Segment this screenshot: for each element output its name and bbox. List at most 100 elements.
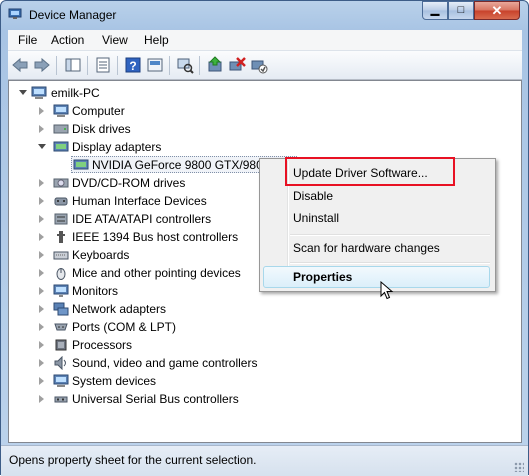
usb-icon <box>54 396 68 403</box>
uninstall-icon[interactable] <box>228 56 246 74</box>
toolbar-separator <box>199 56 200 75</box>
toolbar-separator <box>56 56 57 75</box>
menu-help[interactable]: Help <box>144 33 169 47</box>
collapse-icon[interactable] <box>38 144 46 149</box>
tree-item-disk-drives[interactable]: Disk drives <box>9 120 309 138</box>
tree-item-label: IDE ATA/ATAPI controllers <box>72 212 212 226</box>
tree-item-label: Disk drives <box>72 122 131 136</box>
expand-icon[interactable] <box>39 179 44 187</box>
expand-icon[interactable] <box>39 287 44 295</box>
computer-icon <box>53 104 69 117</box>
tree-item-label: Ports (COM & LPT) <box>72 320 177 334</box>
forward-icon[interactable] <box>33 56 51 74</box>
toolbar-separator <box>169 56 170 75</box>
expand-icon[interactable] <box>39 125 44 133</box>
menu-item-disable[interactable]: Disable <box>293 189 333 203</box>
tree-item-label: Processors <box>72 338 133 352</box>
dvd-drive-icon <box>53 178 69 188</box>
toolbar-separator <box>87 56 88 75</box>
menu-separator <box>290 262 490 264</box>
disk-drive-icon <box>53 124 69 134</box>
tree-item-sound[interactable]: Sound, video and game controllers <box>9 354 309 372</box>
hid-icon <box>54 197 68 206</box>
resize-grip[interactable] <box>514 462 524 472</box>
tree-root-label: emilk-PC <box>51 86 100 100</box>
device-manager-icon <box>8 8 22 19</box>
mouse-cursor-icon <box>380 281 394 300</box>
mouse-icon <box>56 268 66 280</box>
expand-icon[interactable] <box>39 107 44 115</box>
network-adapter-icon <box>53 302 69 316</box>
tree-item-label: Mice and other pointing devices <box>72 266 241 280</box>
svg-text:?: ? <box>129 59 136 73</box>
expand-icon[interactable] <box>39 305 44 313</box>
display-adapter-icon <box>53 141 69 152</box>
console-tree-icon[interactable] <box>64 56 82 74</box>
help-icon[interactable]: ? <box>124 56 142 74</box>
tree-item-label: Network adapters <box>72 302 167 316</box>
tree-item-label: Display adapters <box>72 140 162 154</box>
collapse-icon[interactable] <box>19 90 27 95</box>
keyboard-icon <box>53 251 69 260</box>
expand-icon[interactable] <box>39 197 44 205</box>
toolbar-separator <box>117 56 118 75</box>
system-device-icon <box>53 374 69 387</box>
expand-icon[interactable] <box>39 323 44 331</box>
expand-icon[interactable] <box>39 395 44 403</box>
maximize-button[interactable]: □ <box>448 1 474 20</box>
status-text: Opens property sheet for the current sel… <box>9 453 257 467</box>
tree-item-system-devices[interactable]: System devices <box>9 372 309 390</box>
minimize-icon: ▁ <box>430 4 440 16</box>
expand-icon[interactable] <box>39 215 44 223</box>
sound-icon <box>54 356 66 370</box>
expand-icon[interactable] <box>39 377 44 385</box>
close-button[interactable]: ✕ <box>474 1 520 20</box>
tree-item-usb[interactable]: Universal Serial Bus controllers <box>9 390 309 408</box>
close-icon: ✕ <box>491 3 503 18</box>
monitor-icon <box>53 284 69 297</box>
scan-hardware-icon[interactable] <box>176 56 194 74</box>
menu-item-scan-hardware[interactable]: Scan for hardware changes <box>293 241 440 255</box>
disable-icon[interactable] <box>250 56 268 74</box>
properties-icon[interactable] <box>94 56 112 74</box>
annotation-highlight-box <box>285 157 455 186</box>
tree-item-computer[interactable]: Computer <box>9 102 309 120</box>
menu-item-properties[interactable]: Properties <box>293 270 352 284</box>
tree-item-label: Universal Serial Bus controllers <box>72 392 239 406</box>
toolbar: ? <box>8 51 522 80</box>
tree-item-label: Human Interface Devices <box>72 194 207 208</box>
tree-item-label: NVIDIA GeForce 9800 GTX/9800 <box>92 158 270 172</box>
minimize-button[interactable]: ▁ <box>422 1 448 20</box>
tree-item-label: System devices <box>72 374 157 388</box>
menu-item-uninstall[interactable]: Uninstall <box>293 211 339 225</box>
menu-view[interactable]: View <box>102 33 128 47</box>
tree-item-label: DVD/CD-ROM drives <box>72 176 186 190</box>
tree-item-display-adapters[interactable]: Display adapters <box>9 138 309 156</box>
update-driver-icon[interactable] <box>206 56 224 74</box>
menu-bar: File Action View Help <box>8 30 522 51</box>
port-icon <box>54 323 68 331</box>
console-icon[interactable] <box>146 56 164 74</box>
processor-icon <box>55 339 67 351</box>
menu-file[interactable]: File <box>18 33 37 47</box>
status-bar: Opens property sheet for the current sel… <box>1 445 528 476</box>
title-bar[interactable]: Device Manager ▁ □ ✕ <box>1 1 528 29</box>
back-icon[interactable] <box>11 56 29 74</box>
menu-action[interactable]: Action <box>51 33 84 47</box>
firewire-icon <box>57 231 65 243</box>
tree-item-ports[interactable]: Ports (COM & LPT) <box>9 318 309 336</box>
expand-icon[interactable] <box>39 341 44 349</box>
expand-icon[interactable] <box>39 359 44 367</box>
window-title: Device Manager <box>29 8 117 22</box>
expand-icon[interactable] <box>39 233 44 241</box>
tree-item-label: IEEE 1394 Bus host controllers <box>72 230 239 244</box>
tree-root[interactable]: emilk-PC <box>9 84 209 102</box>
tree-item-processors[interactable]: Processors <box>9 336 309 354</box>
tree-item-network-adapters[interactable]: Network adapters <box>9 300 309 318</box>
computer-icon <box>31 86 47 99</box>
expand-icon[interactable] <box>39 251 44 259</box>
tree-item-label: Keyboards <box>72 248 130 262</box>
tree-item-label: Computer <box>72 104 125 118</box>
expand-icon[interactable] <box>39 269 44 277</box>
menu-separator <box>290 234 490 236</box>
